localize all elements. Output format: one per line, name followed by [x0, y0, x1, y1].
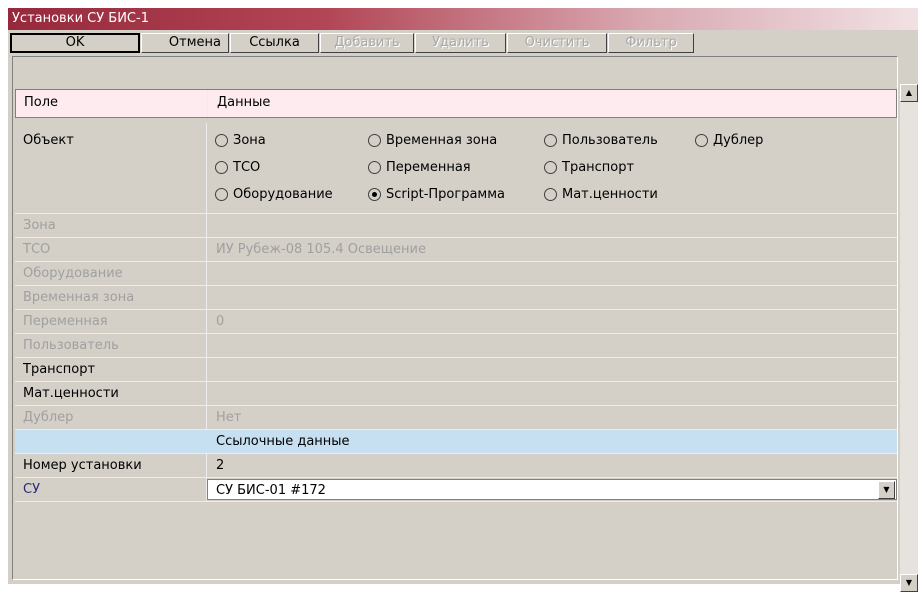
radio-circle-icon [215, 134, 228, 147]
su-combobox-value: СУ БИС-01 #172 [216, 483, 326, 498]
su-combobox[interactable]: СУ БИС-01 #172 ▼ [207, 479, 897, 500]
radio-time-zone[interactable]: Временная зона [368, 133, 497, 148]
ok-button[interactable]: OK [10, 33, 140, 53]
row-variable[interactable]: Переменная 0 [15, 310, 897, 334]
window-title: Установки СУ БИС-1 [12, 11, 149, 26]
reference-empty [15, 430, 207, 453]
add-button[interactable]: Добавить [320, 33, 414, 53]
radio-selected-icon [368, 188, 381, 201]
radio-user[interactable]: Пользователь [544, 133, 658, 148]
row-value: ИУ Рубеж-08 105.4 Освещение [216, 242, 426, 257]
reference-data-header: Ссылочные данные [15, 430, 897, 454]
object-row: Объект Зона Временная зона Пользователь … [15, 123, 897, 214]
row-user[interactable]: Пользователь [15, 334, 897, 358]
row-label: Временная зона [15, 286, 207, 309]
object-label: Объект [15, 123, 207, 213]
row-value [207, 334, 897, 357]
radio-circle-icon [368, 161, 381, 174]
row-zone[interactable]: Зона [15, 214, 897, 238]
grid-header: Поле Данные [15, 89, 897, 118]
link-button[interactable]: Ссылка [230, 33, 319, 53]
scroll-down-icon[interactable]: ▼ [900, 574, 918, 592]
row-label: Дублер [15, 406, 207, 429]
row-label: Пользователь [15, 334, 207, 357]
radio-dubler[interactable]: Дублер [695, 133, 763, 148]
row-valuables[interactable]: Мат.ценности [15, 382, 897, 406]
row-transport[interactable]: Транспорт [15, 358, 897, 382]
row-label: Зона [15, 214, 207, 237]
radio-variable[interactable]: Переменная [368, 160, 471, 175]
properties-grid: Поле Данные Объект Зона Временная зона П… [12, 56, 898, 580]
row-label: Оборудование [15, 262, 207, 285]
row-value: 0 [216, 314, 225, 329]
row-label: Мат.ценности [15, 382, 207, 405]
radio-transport[interactable]: Транспорт [544, 160, 634, 175]
scroll-up-icon[interactable]: ▲ [900, 84, 918, 102]
radio-circle-icon [544, 161, 557, 174]
radio-tso[interactable]: ТСО [215, 160, 260, 175]
row-install-number[interactable]: Номер установки 2 [15, 454, 897, 478]
row-tso[interactable]: ТСО ИУ Рубеж-08 105.4 Освещение [15, 238, 897, 262]
row-time-zone[interactable]: Временная зона [15, 286, 897, 310]
filter-button[interactable]: Фильтр [608, 33, 694, 53]
row-value [207, 262, 897, 285]
delete-button[interactable]: Удалить [415, 33, 506, 53]
header-field: Поле [16, 90, 208, 117]
row-label: ТСО [15, 238, 207, 261]
radio-valuables[interactable]: Мат.ценности [544, 187, 658, 202]
radio-script-program[interactable]: Script-Программа [368, 187, 505, 202]
vertical-scrollbar[interactable]: ▲ ▼ [900, 84, 918, 592]
settings-window: Установки СУ БИС-1 OK Отмена Ссылка Доба… [8, 8, 918, 592]
row-value: Нет [216, 410, 242, 425]
title-bar[interactable]: Установки СУ БИС-1 [8, 8, 918, 30]
row-label: Транспорт [15, 358, 207, 381]
radio-circle-icon [544, 134, 557, 147]
cancel-button[interactable]: Отмена [141, 33, 229, 53]
row-label: Переменная [15, 310, 207, 333]
reference-title: Ссылочные данные [216, 434, 350, 449]
clear-button[interactable]: Очистить [507, 33, 607, 53]
radio-equipment[interactable]: Оборудование [215, 187, 333, 202]
radio-zone[interactable]: Зона [215, 133, 266, 148]
row-value [207, 214, 897, 237]
row-dubler[interactable]: Дублер Нет [15, 406, 897, 430]
row-value [207, 382, 897, 405]
radio-circle-icon [215, 161, 228, 174]
row-su[interactable]: СУ СУ БИС-01 #172 ▼ [15, 478, 897, 502]
chevron-down-icon[interactable]: ▼ [878, 481, 895, 499]
row-value [207, 286, 897, 309]
radio-circle-icon [215, 188, 228, 201]
toolbar: OK Отмена Ссылка Добавить Удалить Очисти… [8, 30, 918, 56]
row-label: Номер установки [15, 454, 207, 477]
radio-circle-icon [544, 188, 557, 201]
row-label: СУ [15, 478, 207, 501]
radio-circle-icon [368, 134, 381, 147]
object-options: Зона Временная зона Пользователь Дублер … [207, 123, 897, 213]
row-equipment[interactable]: Оборудование [15, 262, 897, 286]
radio-circle-icon [695, 134, 708, 147]
row-value: 2 [216, 458, 225, 473]
header-data: Данные [208, 90, 896, 117]
row-value [207, 358, 897, 381]
